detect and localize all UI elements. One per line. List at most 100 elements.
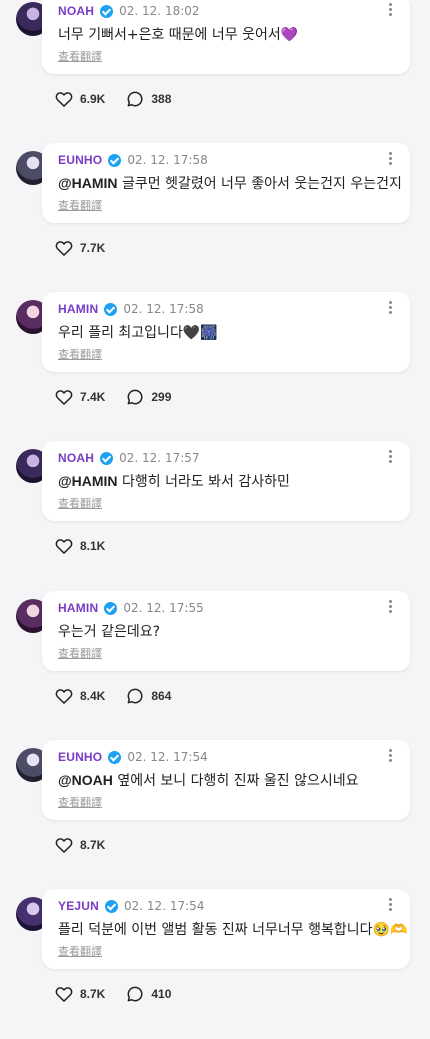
author-name[interactable]: EUNHO: [58, 750, 102, 764]
translate-link[interactable]: 查看翻譯: [58, 197, 102, 213]
heart-icon: [55, 390, 73, 405]
more-options-icon[interactable]: [382, 298, 398, 316]
comment-actions: 8.7K 410: [54, 983, 191, 1005]
like-count: 8.7K: [80, 987, 106, 1001]
comment-text: 우리 플리 최고입니다🖤🎆: [58, 322, 398, 342]
verified-badge-icon: [108, 153, 122, 167]
comment-text: @HAMIN 글쿠먼 헷갈렸어 너무 좋아서 웃는건지 우는건지: [58, 173, 402, 193]
more-options-icon[interactable]: [382, 149, 398, 167]
comment-item: YEJUN 02. 12. 17:54 플리 덕분에 이번 앨범 활동 진짜 너…: [0, 889, 430, 1039]
heart-icon: [55, 987, 73, 1002]
comment-count: 410: [151, 987, 172, 1001]
comment-body: 옆에서 보니 다행히 진짜 울진 않으시네요: [112, 773, 359, 789]
comment-item: HAMIN 02. 12. 17:58 우리 플리 최고입니다🖤🎆 查看翻譯 7…: [0, 292, 430, 442]
like-button[interactable]: 6.9K: [54, 89, 105, 109]
heart-icon: [55, 241, 73, 256]
translate-link[interactable]: 查看翻譯: [58, 48, 102, 64]
author-name[interactable]: NOAH: [58, 4, 94, 18]
like-count: 8.4K: [80, 689, 106, 703]
comment-text: 우는거 같은데요?: [58, 621, 398, 641]
more-options-icon[interactable]: [382, 0, 398, 18]
heart-icon: [55, 689, 73, 704]
timestamp: 02. 12. 17:58: [123, 302, 204, 316]
like-button[interactable]: 8.7K: [54, 835, 105, 855]
comment-actions: 7.7K: [54, 237, 125, 259]
comment-header: EUNHO 02. 12. 17:58: [58, 151, 208, 169]
comment-bubble: EUNHO 02. 12. 17:54 @NOAH 옆에서 보니 다행히 진짜 …: [42, 740, 410, 820]
like-count: 6.9K: [80, 92, 106, 106]
comment-text: @HAMIN 다행히 너라도 봐서 감사하민: [58, 471, 398, 491]
comment-body: 우는거 같은데요?: [58, 624, 161, 640]
mention-link[interactable]: @NOAH: [58, 772, 113, 788]
more-options-icon[interactable]: [382, 597, 398, 615]
comment-bubble: HAMIN 02. 12. 17:55 우는거 같은데요? 查看翻譯: [42, 591, 410, 671]
comment-item: EUNHO 02. 12. 17:58 @HAMIN 글쿠먼 헷갈렸어 너무 좋…: [0, 143, 430, 293]
timestamp: 02. 12. 18:02: [119, 4, 200, 18]
comment-actions: 7.4K 299: [54, 386, 191, 408]
comment-count: 299: [151, 390, 172, 404]
comment-header: NOAH 02. 12. 17:57: [58, 449, 200, 467]
comment-feed: NOAH 02. 12. 18:02 너무 기뻐서+은호 때문에 너무 웃어서💜…: [0, 0, 430, 1024]
verified-badge-icon: [105, 899, 119, 913]
comment-bubble: YEJUN 02. 12. 17:54 플리 덕분에 이번 앨범 활동 진짜 너…: [42, 889, 410, 969]
mention-link[interactable]: @HAMIN: [58, 473, 118, 489]
comment-body: 너무 기뻐서+은호 때문에 너무 웃어서💜: [58, 27, 299, 43]
heart-icon: [55, 539, 73, 554]
comment-icon: [127, 91, 143, 107]
author-name[interactable]: NOAH: [58, 451, 94, 465]
more-options-icon[interactable]: [382, 746, 398, 764]
author-name[interactable]: YEJUN: [58, 899, 99, 913]
reply-button[interactable]: 864: [125, 686, 171, 706]
like-count: 8.7K: [80, 838, 106, 852]
timestamp: 02. 12. 17:57: [119, 451, 200, 465]
like-count: 7.4K: [80, 390, 106, 404]
comment-icon: [127, 688, 143, 704]
comment-text: @NOAH 옆에서 보니 다행히 진짜 울진 않으시네요: [58, 770, 398, 790]
more-options-icon[interactable]: [382, 895, 398, 913]
comment-bubble: EUNHO 02. 12. 17:58 @HAMIN 글쿠먼 헷갈렸어 너무 좋…: [42, 143, 410, 223]
translate-link[interactable]: 查看翻譯: [58, 645, 102, 661]
translate-link[interactable]: 查看翻譯: [58, 794, 102, 810]
comment-actions: 8.1K: [54, 535, 125, 557]
like-button[interactable]: 8.7K: [54, 984, 105, 1004]
more-options-icon[interactable]: [382, 447, 398, 465]
comment-icon: [127, 389, 143, 405]
comment-text: 너무 기뻐서+은호 때문에 너무 웃어서💜: [58, 24, 398, 44]
comment-bubble: HAMIN 02. 12. 17:58 우리 플리 최고입니다🖤🎆 查看翻譯: [42, 292, 410, 372]
timestamp: 02. 12. 17:54: [124, 899, 205, 913]
comment-text: 플리 덕분에 이번 앨범 활동 진짜 너무너무 행복합니다🥹🫶: [58, 919, 407, 939]
comment-item: NOAH 02. 12. 17:57 @HAMIN 다행히 너라도 봐서 감사하…: [0, 441, 430, 591]
author-name[interactable]: HAMIN: [58, 302, 98, 316]
verified-badge-icon: [100, 4, 114, 18]
comment-count: 388: [151, 92, 172, 106]
comment-actions: 8.7K: [54, 834, 125, 856]
comment-header: NOAH 02. 12. 18:02: [58, 2, 200, 20]
like-button[interactable]: 7.7K: [54, 238, 105, 258]
comment-header: EUNHO 02. 12. 17:54: [58, 748, 208, 766]
comment-header: HAMIN 02. 12. 17:55: [58, 599, 204, 617]
like-button[interactable]: 7.4K: [54, 387, 105, 407]
author-name[interactable]: EUNHO: [58, 153, 102, 167]
heart-icon: [55, 92, 73, 107]
comment-bubble: NOAH 02. 12. 17:57 @HAMIN 다행히 너라도 봐서 감사하…: [42, 441, 410, 521]
mention-link[interactable]: @HAMIN: [58, 175, 118, 191]
author-name[interactable]: HAMIN: [58, 601, 98, 615]
comment-actions: 8.4K 864: [54, 685, 191, 707]
comment-actions: 6.9K 388: [54, 88, 191, 110]
comment-body: 글쿠먼 헷갈렸어 너무 좋아서 웃는건지 우는건지: [117, 176, 402, 192]
reply-button[interactable]: 388: [125, 89, 171, 109]
like-button[interactable]: 8.1K: [54, 536, 105, 556]
reply-button[interactable]: 410: [125, 984, 171, 1004]
verified-badge-icon: [108, 750, 122, 764]
timestamp: 02. 12. 17:58: [127, 153, 208, 167]
heart-icon: [55, 838, 73, 853]
comment-item: HAMIN 02. 12. 17:55 우는거 같은데요? 查看翻譯 8.4K …: [0, 591, 430, 741]
translate-link[interactable]: 查看翻譯: [58, 943, 102, 959]
reply-button[interactable]: 299: [125, 387, 171, 407]
translate-link[interactable]: 查看翻譯: [58, 346, 102, 362]
like-button[interactable]: 8.4K: [54, 686, 105, 706]
translate-link[interactable]: 查看翻譯: [58, 495, 102, 511]
verified-badge-icon: [104, 601, 118, 615]
comment-body: 우리 플리 최고입니다🖤🎆: [58, 325, 218, 341]
comment-count: 864: [151, 689, 172, 703]
